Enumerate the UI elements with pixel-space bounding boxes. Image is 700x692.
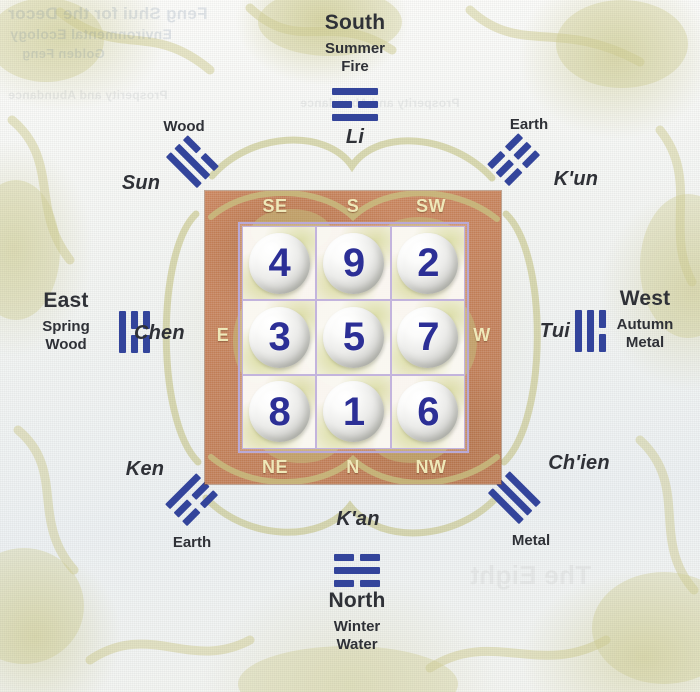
grid-number-ne: 8: [268, 389, 291, 434]
northwest-element-label: Metal: [511, 532, 551, 549]
south-element-label: Fire: [341, 58, 369, 75]
pearl-1: 1: [322, 381, 384, 443]
pearl-2: 2: [397, 232, 459, 294]
trigram-li-name: Li: [345, 126, 365, 148]
grid-number-n: 1: [342, 389, 365, 434]
grid-number-sw: 2: [417, 241, 439, 286]
southwest-element-label: Earth: [509, 116, 549, 133]
grid-number-se: 4: [268, 241, 291, 286]
grid-cell-e: 3: [242, 300, 317, 375]
trigram-chien-name: Ch'ien: [548, 452, 610, 474]
grid-number-s: 9: [342, 241, 365, 286]
grid-number-w: 7: [417, 315, 439, 360]
trigram-kan: [334, 554, 380, 587]
west-direction-label: West: [619, 287, 671, 310]
pearl-3: 3: [248, 306, 310, 368]
grid-cell-n: 1: [316, 374, 391, 449]
square-label-w: W: [473, 325, 491, 345]
trigram-sun-name: Sun: [121, 172, 161, 194]
square-label-se: SE: [262, 196, 288, 216]
east-season-label: Spring: [42, 318, 90, 335]
square-label-s: S: [346, 196, 360, 216]
pearl-5: 5: [322, 306, 384, 368]
grid-number-e: 3: [268, 315, 291, 360]
pearl-6: 6: [397, 381, 459, 443]
north-direction-label: North: [328, 589, 386, 612]
trigram-chen-name: Chen: [134, 322, 185, 344]
square-label-n: N: [346, 457, 360, 477]
grid-cell-center: 5: [316, 300, 391, 375]
north-element-label: Water: [336, 636, 378, 653]
grid-number-nw: 6: [417, 389, 439, 434]
grid-cell-s: 9: [316, 226, 391, 301]
trigram-ken-name: Ken: [125, 458, 165, 480]
trigram-tui-name: Tui: [539, 320, 570, 342]
grid-cell-w: 7: [390, 300, 465, 375]
trigram-kun-name: K'un: [553, 168, 599, 190]
magic-square-grid-frame: 4 9 2 3 5 7 8 1 6: [238, 222, 469, 453]
southeast-element-label: Wood: [163, 118, 205, 135]
magic-square-grid: 4 9 2 3 5 7 8 1 6: [242, 226, 465, 449]
grid-number-center: 5: [342, 315, 365, 360]
diagram-canvas: Feng Shui for the Decor Environmental Ec…: [0, 0, 700, 692]
pearl-7: 7: [397, 306, 459, 368]
west-season-label: Autumn: [616, 316, 674, 333]
northeast-element-label: Earth: [172, 534, 212, 551]
square-label-sw: SW: [416, 196, 446, 216]
grid-cell-nw: 6: [390, 374, 465, 449]
south-season-label: Summer: [324, 40, 386, 57]
trigram-tui: [574, 310, 606, 352]
pearl-8: 8: [248, 381, 310, 443]
north-season-label: Winter: [333, 618, 381, 635]
trigram-li: [332, 88, 378, 121]
trigram-kan-name: K'an: [336, 508, 380, 530]
south-direction-label: South: [324, 11, 386, 34]
grid-cell-ne: 8: [242, 374, 317, 449]
square-label-ne: NE: [261, 457, 288, 477]
pearl-4: 4: [248, 232, 310, 294]
grid-cell-sw: 2: [390, 226, 465, 301]
west-element-label: Metal: [625, 334, 665, 351]
square-label-e: E: [216, 325, 230, 345]
lo-shu-square: SE S SW NE N NW E W 4 9 2 3 5 7 8 1 6: [205, 191, 501, 484]
east-direction-label: East: [43, 289, 89, 312]
east-element-label: Wood: [45, 336, 87, 353]
pearl-9: 9: [322, 232, 384, 294]
grid-cell-se: 4: [242, 226, 317, 301]
square-label-nw: NW: [415, 457, 447, 477]
